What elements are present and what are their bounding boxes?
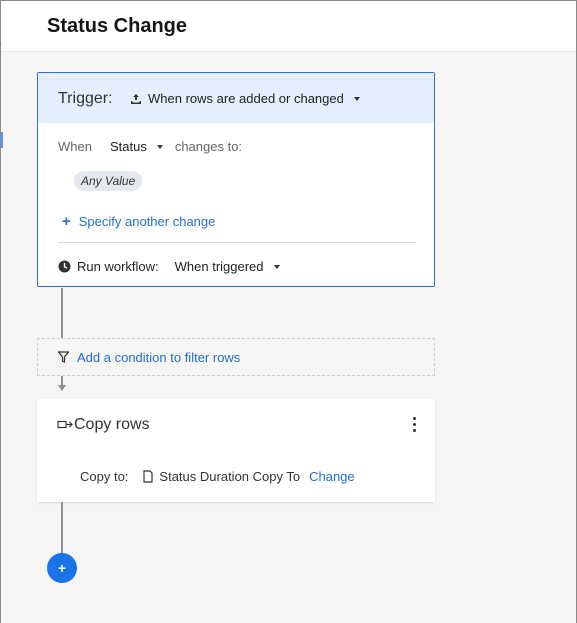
run-workflow-value: When triggered <box>174 259 264 274</box>
window-frame-left <box>0 0 1 623</box>
when-row: When Status changes to: <box>58 139 242 154</box>
filter-icon <box>58 351 69 363</box>
run-workflow-row: Run workflow: When triggered <box>58 259 280 274</box>
trigger-label: Trigger: <box>58 90 113 107</box>
trigger-type-dropdown[interactable]: When rows are added or changed <box>130 91 360 106</box>
field-value: Status <box>109 139 147 154</box>
action-title-text: Copy rows <box>74 416 150 433</box>
field-dropdown[interactable]: Status <box>110 139 163 154</box>
trigger-card: Trigger: When rows are added or changed … <box>37 72 435 287</box>
plus-icon: + <box>62 213 71 230</box>
run-workflow-dropdown[interactable]: When triggered <box>175 259 280 274</box>
add-condition-label: Add a condition to filter rows <box>77 349 241 365</box>
value-pill[interactable]: Any Value <box>74 171 143 191</box>
trigger-type-value: When rows are added or changed <box>148 91 344 106</box>
upload-rows-icon <box>131 93 141 104</box>
copy-to-label: Copy to: <box>80 469 129 484</box>
page-title: Status Change <box>47 15 188 37</box>
caret-down-icon <box>156 144 163 149</box>
sheet-name: Status Duration Copy To <box>159 469 301 484</box>
run-workflow-label: Run workflow: <box>77 259 159 274</box>
copy-to-row: Copy to: Status Duration Copy To Change <box>80 469 355 484</box>
clock-icon <box>58 260 71 273</box>
specify-another-change-link[interactable]: + Specify another change <box>62 213 215 230</box>
trigger-header: Trigger: When rows are added or changed <box>38 73 434 123</box>
edge-indicator <box>0 132 3 148</box>
caret-down-icon <box>273 264 280 269</box>
page-header: Status Change <box>1 1 576 52</box>
caret-down-icon <box>353 96 360 101</box>
copy-rows-icon <box>57 420 73 429</box>
change-link[interactable]: Change <box>309 469 355 484</box>
add-condition-button[interactable]: Add a condition to filter rows <box>37 338 435 376</box>
add-step-button[interactable]: + <box>47 553 77 583</box>
arrow-down-icon <box>58 385 66 391</box>
connector-line <box>61 288 63 338</box>
action-title: Copy rows <box>57 416 150 434</box>
connector-line <box>61 376 63 385</box>
connector-line <box>61 502 63 553</box>
divider <box>58 242 415 243</box>
changes-to-label: changes to: <box>174 139 243 154</box>
copy-rows-card[interactable]: Copy rows Copy to: Status Duration Copy … <box>37 399 435 502</box>
specify-label: Specify another change <box>78 214 216 229</box>
when-label: When <box>58 139 92 154</box>
kebab-menu-icon[interactable] <box>407 417 421 435</box>
document-icon <box>143 470 154 483</box>
